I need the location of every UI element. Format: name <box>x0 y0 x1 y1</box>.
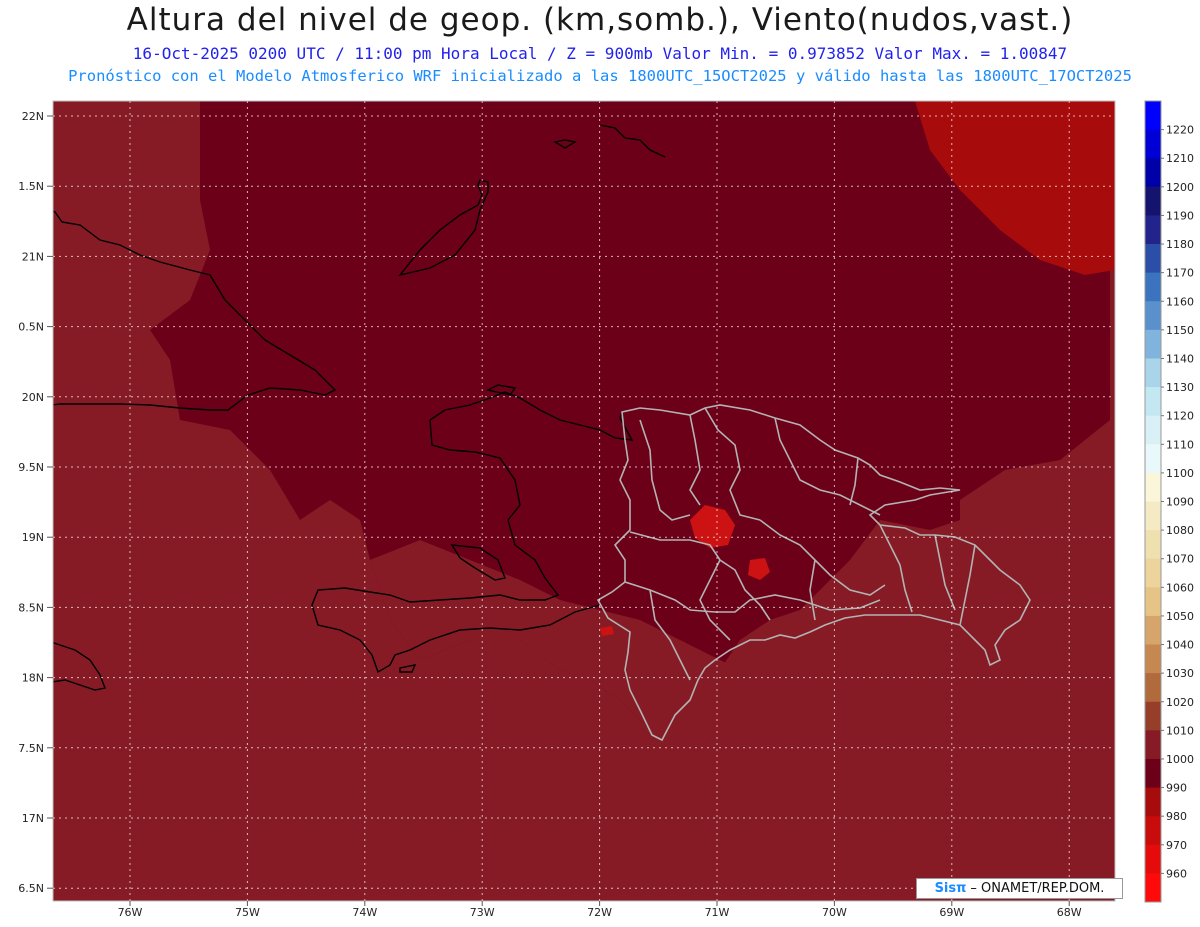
colorbar-swatch <box>1145 472 1161 502</box>
longitude-label: 73W <box>470 906 495 919</box>
latitude-axis: 22N 1.5N 21N 0.5N 20N 9.5N 19N 8.5N 18N 7.5N 17N 6.… <box>18 110 53 895</box>
colorbar-swatch <box>1145 186 1161 216</box>
colorbar-swatch <box>1145 873 1161 903</box>
colorbar-level-label: 1110 <box>1166 438 1194 451</box>
credit-brand: Sisπ <box>934 881 967 896</box>
colorbar-level-label: 1160 <box>1166 295 1194 308</box>
longitude-label: 68W <box>1057 906 1082 919</box>
colorbar-swatch <box>1145 844 1161 874</box>
colorbar-swatch <box>1145 129 1161 159</box>
colorbar-swatch <box>1145 501 1161 531</box>
longitude-label: 69W <box>939 906 964 919</box>
longitude-label: 70W <box>822 906 847 919</box>
latitude-label: 19N <box>22 531 44 544</box>
colorbar-swatch <box>1145 730 1161 760</box>
colorbar-swatch <box>1145 301 1161 331</box>
latitude-label: 8.5N <box>18 601 44 614</box>
colorbar-swatch <box>1145 415 1161 445</box>
colorbar-swatch <box>1145 358 1161 388</box>
colorbar-level-label: 1040 <box>1166 639 1194 652</box>
map-canvas: 22N 1.5N 21N 0.5N 20N 9.5N 19N 8.5N 18N 7.5N 17N 6.… <box>18 100 1194 919</box>
longitude-label: 75W <box>235 906 260 919</box>
colorbar-swatch <box>1145 530 1161 560</box>
colorbar-swatch <box>1145 158 1161 188</box>
latitude-label: 21N <box>22 250 44 263</box>
longitude-label: 76W <box>118 906 143 919</box>
colorbar-swatch <box>1145 816 1161 846</box>
colorbar-level-label: 990 <box>1166 782 1187 795</box>
latitude-label: 20N <box>22 391 44 404</box>
colorbar-level-label: 1170 <box>1166 267 1194 280</box>
colorbar-swatch <box>1145 644 1161 674</box>
colorbar-level-label: 1140 <box>1166 352 1194 365</box>
colorbar-level-label: 980 <box>1166 810 1187 823</box>
colorbar-level-label: 1080 <box>1166 524 1194 537</box>
colorbar-swatch <box>1145 244 1161 274</box>
colorbar-level-label: 1000 <box>1166 753 1194 766</box>
colorbar-swatch <box>1145 101 1161 131</box>
colorbar-level-label: 1090 <box>1166 496 1194 509</box>
colorbar-level-label: 1120 <box>1166 410 1194 423</box>
latitude-label: 22N <box>22 110 44 123</box>
colorbar-level-label: 1190 <box>1166 209 1194 222</box>
colorbar-level-label: 1210 <box>1166 152 1194 165</box>
credit-box: Sisπ – ONAMET/REP.DOM. <box>916 878 1123 899</box>
latitude-label: 6.5N <box>18 882 44 895</box>
colorbar-swatch <box>1145 673 1161 703</box>
longitude-axis: 76W 75W 74W 73W 72W 71W 70W 69W 68W <box>118 901 1082 919</box>
colorbar-level-label: 1070 <box>1166 553 1194 566</box>
colorbar-swatch <box>1145 787 1161 817</box>
colorbar-swatch <box>1145 444 1161 474</box>
colorbar-swatch <box>1145 758 1161 789</box>
colorbar-swatch <box>1145 701 1161 731</box>
longitude-label: 74W <box>352 906 377 919</box>
latitude-label: 17N <box>22 812 44 825</box>
colorbar-swatch <box>1145 587 1161 617</box>
colorbar-level-label: 1200 <box>1166 181 1194 194</box>
latitude-label: 7.5N <box>18 742 44 755</box>
colorbar-level-label: 1180 <box>1166 238 1194 251</box>
colorbar-swatch <box>1145 215 1161 245</box>
colorbar-level-label: 970 <box>1166 839 1187 852</box>
latitude-label: 0.5N <box>18 321 44 334</box>
colorbar-level-label: 1100 <box>1166 467 1194 480</box>
latitude-label: 1.5N <box>18 180 44 193</box>
colorbar-level-label: 1050 <box>1166 610 1194 623</box>
colorbar-level-label: 1220 <box>1166 124 1194 137</box>
colorbar-level-label: 1130 <box>1166 381 1194 394</box>
colorbar-swatch <box>1145 558 1161 588</box>
colorbar-level-label: 1010 <box>1166 724 1194 737</box>
colorbar-swatch <box>1145 329 1161 359</box>
latitude-label: 9.5N <box>18 461 44 474</box>
colorbar-level-label: 960 <box>1166 867 1187 880</box>
credit-organization: – ONAMET/REP.DOM. <box>970 881 1105 896</box>
longitude-label: 72W <box>587 906 612 919</box>
latitude-label: 18N <box>22 672 44 685</box>
colorbar-level-label: 1150 <box>1166 324 1194 337</box>
colorbar-swatch <box>1145 615 1161 646</box>
longitude-label: 71W <box>705 906 730 919</box>
colorbar-level-label: 1030 <box>1166 667 1194 680</box>
colorbar-legend: 1220 1210 1200 1190 1180 1170 1160 1150 1140 1130… <box>1144 100 1194 903</box>
colorbar-swatch <box>1145 272 1161 302</box>
colorbar-swatch <box>1145 387 1161 417</box>
colorbar-level-label: 1020 <box>1166 696 1194 709</box>
colorbar-level-label: 1060 <box>1166 581 1194 594</box>
